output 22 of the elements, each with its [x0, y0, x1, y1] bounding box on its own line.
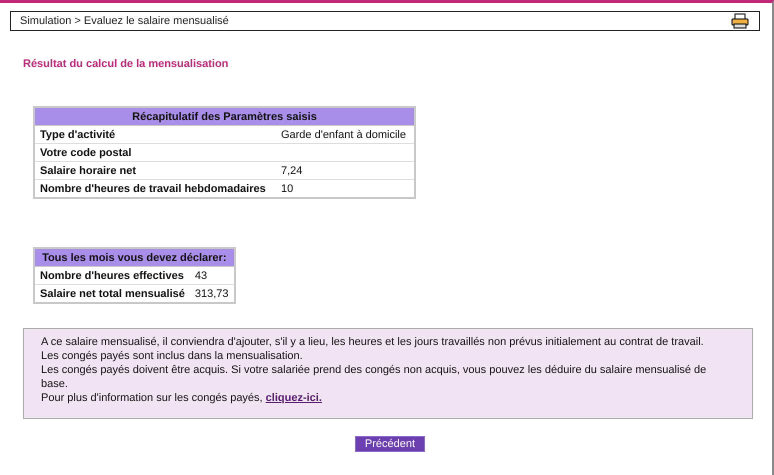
info-text: Pour plus d'information sur les congés payés, cliquez-ici.: [41, 391, 323, 405]
table-header: Tous les mois vous devez déclarer:: [34, 248, 235, 266]
table-header: Récapitulatif des Paramètres saisis: [34, 107, 415, 126]
table-cell: Garde d'enfant à domicile: [276, 126, 415, 144]
table-cell: Votre code postal: [34, 144, 276, 162]
table-cell: Type d'activité: [34, 126, 276, 144]
table-cell: 7,24: [276, 162, 415, 180]
table-cell: Salaire horaire net: [34, 162, 276, 180]
table-cell: 43: [190, 266, 235, 284]
info-text: Les congés payés doivent être acquis. Si votre salariée prend des congés non acquis, vous pouvez les déduire du salaire mensualisé de base.: [41, 363, 708, 391]
table-cell: Nombre d'heures effectives: [34, 266, 190, 284]
previous-button[interactable]: Précédent: [354, 436, 426, 452]
breadcrumb: Simulation > Evaluez le salaire mensualisé: [20, 15, 229, 27]
info-text: A ce salaire mensualisé, il conviendra d'ajouter, s'il y a lieu, les heures et les jours travaillés non prévus initialement au contrat de travail.: [41, 335, 705, 349]
info-text: Les congés payés sont inclus dans la mensualisation.: [41, 349, 304, 363]
link[interactable]: cliquez-ici.: [266, 392, 322, 404]
printer-icon[interactable]: [731, 13, 749, 29]
table-cell: 10: [276, 180, 415, 198]
page-title: Résultat du calcul de la mensualisation: [23, 58, 230, 70]
table-cell: Nombre d'heures de travail hebdomadaires: [34, 180, 276, 198]
table-cell: 313,73: [190, 284, 235, 303]
table-cell: Salaire net total mensualisé: [34, 284, 190, 303]
